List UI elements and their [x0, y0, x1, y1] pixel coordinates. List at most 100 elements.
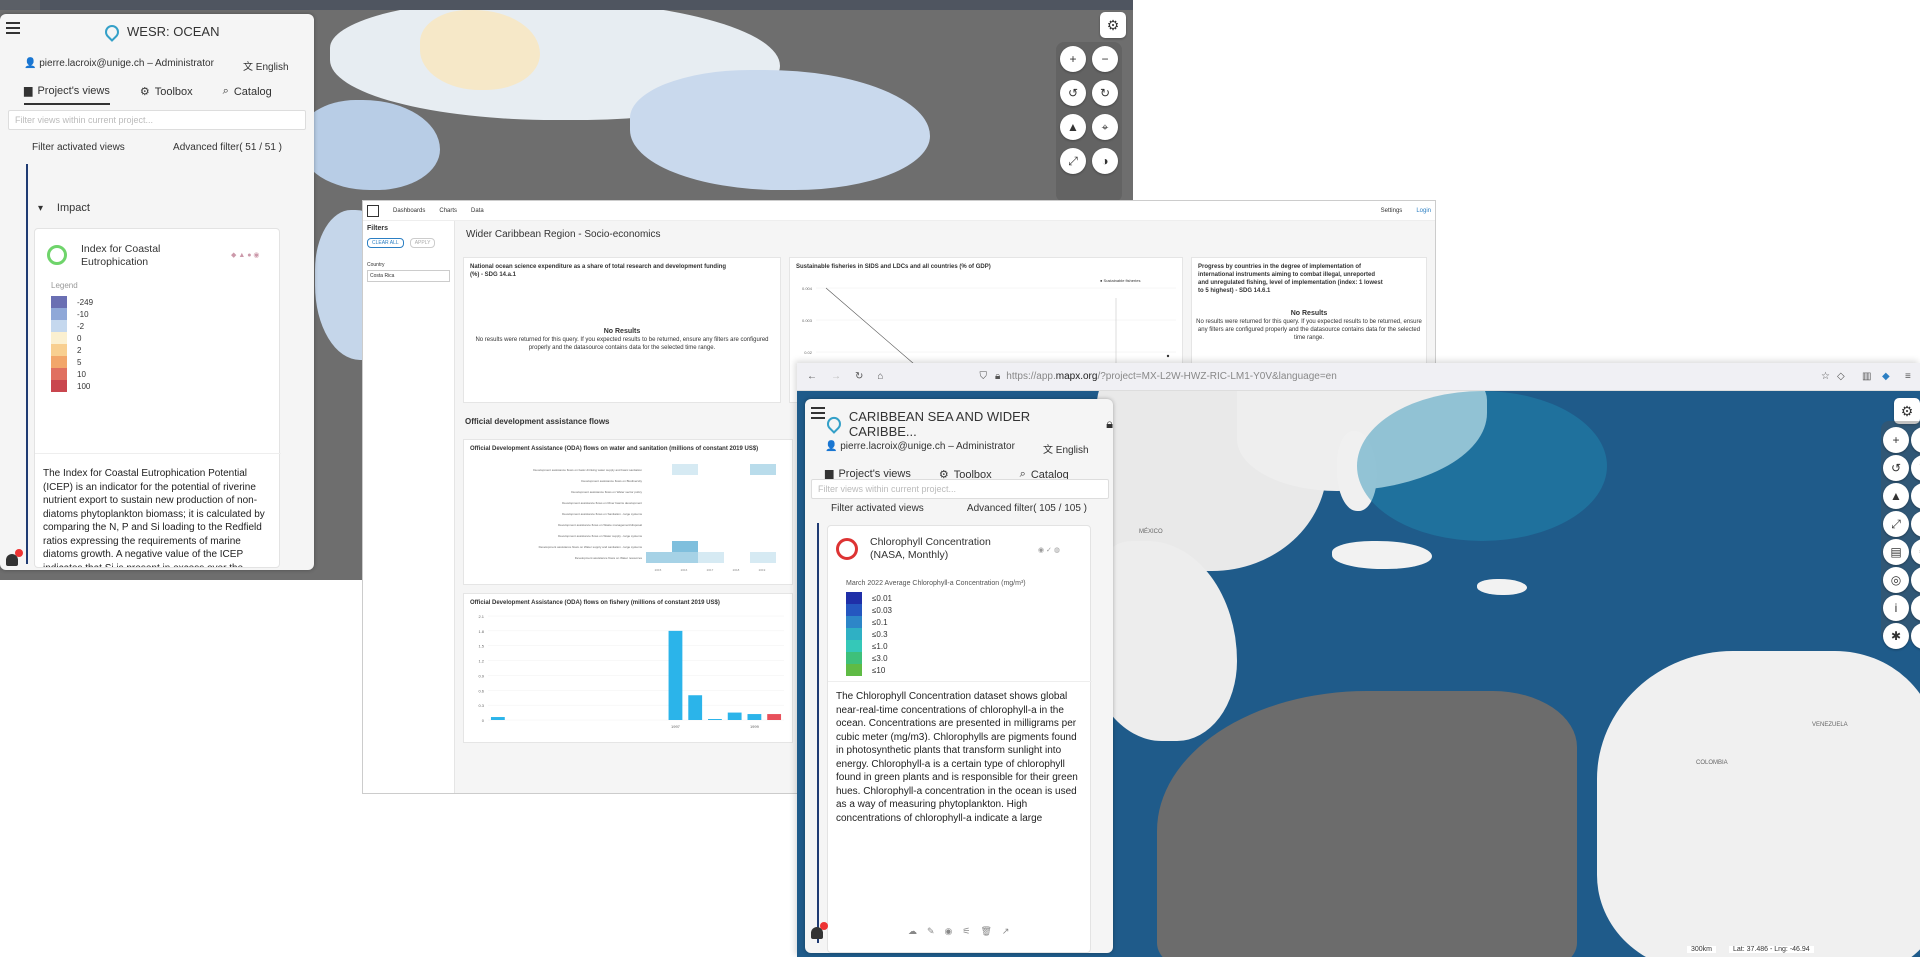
extension-icon[interactable]: ◆ [1882, 371, 1890, 382]
dashboard-title: Wider Caribbean Region - Socio-economics [466, 229, 661, 240]
zoom-out-button[interactable]: − [1092, 46, 1118, 72]
view-title[interactable]: Index for Coastal Eutrophication [81, 243, 191, 269]
rotate-right-button[interactable]: ↻ [1092, 80, 1118, 106]
back-icon[interactable]: ← [807, 371, 817, 382]
coords-readout: Lat: 37.486 - Lng: -46.94 [1729, 946, 1814, 953]
fullscreen-button[interactable]: ⤢ [1883, 511, 1909, 537]
x-tick-label: 2015 [655, 568, 662, 572]
legend-label: -249 [77, 297, 94, 307]
tab-toolbox[interactable]: ⚙ Toolbox [140, 79, 193, 104]
legend-swatch [846, 592, 862, 604]
info-button[interactable]: i [1883, 595, 1909, 621]
forward-icon[interactable]: → [831, 371, 841, 382]
geolocate-button[interactable]: ⌖ [1092, 114, 1118, 140]
zoom-in-button[interactable]: + [1060, 46, 1086, 72]
no-results-title: No Results [603, 328, 641, 335]
rotate-left-button[interactable]: ↺ [1883, 455, 1909, 481]
apply-button[interactable]: APPLY [409, 238, 436, 248]
zoom-in-button[interactable]: + [1883, 427, 1909, 453]
legend-row: 0 [51, 332, 93, 344]
north-arrow-button[interactable]: ▲ [1060, 114, 1086, 140]
view-card: Index for Coastal Eutrophication ◆ ▲ ● ◉… [34, 228, 281, 568]
y-tick-label: 0.003 [802, 318, 813, 323]
target-button[interactable]: ◎ [1883, 567, 1909, 593]
view-toggle[interactable] [836, 538, 858, 560]
shield-icon[interactable]: ⛉ [979, 371, 987, 382]
language-selector[interactable]: 文 English [243, 58, 289, 73]
bookmark-star-icon[interactable]: ☆ [1821, 371, 1830, 382]
url-domain: mapx.org [1055, 371, 1098, 382]
user-label[interactable]: 👤 pierre.lacroix@unige.ch – Administrato… [825, 441, 1015, 452]
nav-data[interactable]: Data [471, 208, 484, 214]
legend-swatch [846, 640, 862, 652]
dashboard-navbar: Dashboards Charts Data Settings Login [363, 201, 1435, 221]
filter-row: Filter activated views Advanced filter( … [32, 142, 282, 153]
app-title: CARIBBEAN SEA AND WIDER CARIBBE... [848, 409, 1031, 439]
folder-icon: ▆ [24, 85, 33, 97]
advanced-filter-button[interactable]: Advanced filter( 105 / 105 ) [967, 503, 1087, 514]
filter-activated-button[interactable]: Filter activated views [831, 503, 924, 514]
legend-row: ≤0.3 [846, 628, 892, 640]
theme-toggle-button[interactable]: ◑ [1092, 148, 1118, 174]
views-search-input[interactable]: Filter views within current project... [8, 110, 306, 130]
legend-swatch [846, 628, 862, 640]
bar [767, 714, 782, 720]
tab-catalog[interactable]: ⌕ Catalog [223, 79, 272, 104]
heat-cell [646, 552, 672, 563]
view-toggle[interactable] [47, 245, 67, 265]
language-selector[interactable]: 文 English [1043, 441, 1089, 456]
group-header[interactable]: ▾ Impact [38, 202, 90, 214]
language-text: English [255, 62, 289, 73]
x-tick-label: 2017 [707, 568, 714, 572]
search-icon: ⌕ [222, 85, 229, 97]
legend-label: -2 [77, 321, 85, 331]
map-pin-icon [824, 414, 844, 434]
print-button[interactable]: ▤ [1883, 539, 1909, 565]
views-search-input[interactable]: Filter views within current project... [811, 479, 1109, 499]
view-title[interactable]: Chlorophyll Concentration (NASA, Monthly… [870, 536, 1010, 562]
nav-login[interactable]: Login [1416, 208, 1431, 214]
north-arrow-button[interactable]: ▲ [1883, 483, 1909, 509]
land-cuba [1332, 541, 1432, 569]
rotate-left-button[interactable]: ↺ [1060, 80, 1086, 106]
browser-menu-icon[interactable]: ≡ [1905, 371, 1911, 382]
pocket-icon[interactable]: ◇ [1837, 371, 1845, 382]
settings-gear-button[interactable]: ⚙ [1100, 12, 1126, 38]
right-map-canvas[interactable]: MÉXICO VENEZUELA COLOMBIA 300km Lat: 37.… [797, 391, 1920, 957]
y-tick-label: 0.004 [802, 286, 813, 291]
bug-icon[interactable]: ✱ [1883, 623, 1909, 649]
card-title: Sustainable fisheries in SIDS and LDCs a… [796, 264, 991, 270]
nav-charts[interactable]: Charts [439, 208, 457, 214]
legend-row: 2 [51, 344, 93, 356]
card-title: Official Development Assistance (ODA) fl… [470, 446, 759, 452]
menu-icon[interactable] [811, 407, 825, 419]
right-browser-window: ← → ↻ ⌂ ⛉ 🔒︎ https://app.mapx.org/?proje… [797, 363, 1920, 957]
view-actions[interactable]: ☁✎◉⚟🗑︎↗ [908, 926, 1019, 937]
url-bar[interactable]: https://app.mapx.org/?project=MX-L2W-HWZ… [1006, 371, 1337, 382]
row-label: Development assistance flows on Water re… [575, 556, 643, 560]
clear-all-button[interactable]: CLEAR ALL [367, 238, 404, 248]
y-tick-label: 0.9 [478, 673, 484, 678]
filter-activated-button[interactable]: Filter activated views [32, 142, 125, 153]
fullscreen-button[interactable]: ⤢ [1060, 148, 1086, 174]
legend-row: ≤10 [846, 664, 892, 676]
tab-projects-views[interactable]: ▆ Project's views [24, 78, 110, 105]
home-icon[interactable]: ⌂ [877, 371, 883, 382]
legend-row: -249 [51, 296, 93, 308]
y-tick-label: 0.02 [804, 350, 813, 355]
legend-label: ≤0.1 [872, 617, 888, 627]
nav-settings[interactable]: Settings [1381, 208, 1403, 214]
y-tick-label: 1.2 [478, 659, 484, 664]
filters-label: Filters [367, 225, 389, 232]
user-label[interactable]: 👤 pierre.lacroix@unige.ch – Administrato… [24, 58, 214, 69]
menu-icon[interactable] [6, 22, 20, 34]
advanced-filter-button[interactable]: Advanced filter( 51 / 51 ) [173, 142, 282, 153]
legend-row: ≤1.0 [846, 640, 892, 652]
no-results: No Results No results were returned for t… [464, 328, 780, 352]
reload-icon[interactable]: ↻ [855, 371, 863, 382]
nav-dashboards[interactable]: Dashboards [393, 208, 425, 214]
country-select[interactable]: Costa Rica [367, 270, 450, 282]
heat-cell [750, 552, 776, 563]
sidebar-icon[interactable]: ▥ [1862, 371, 1871, 382]
legend-title: March 2022 Average Chlorophyll-a Concent… [846, 580, 1026, 587]
